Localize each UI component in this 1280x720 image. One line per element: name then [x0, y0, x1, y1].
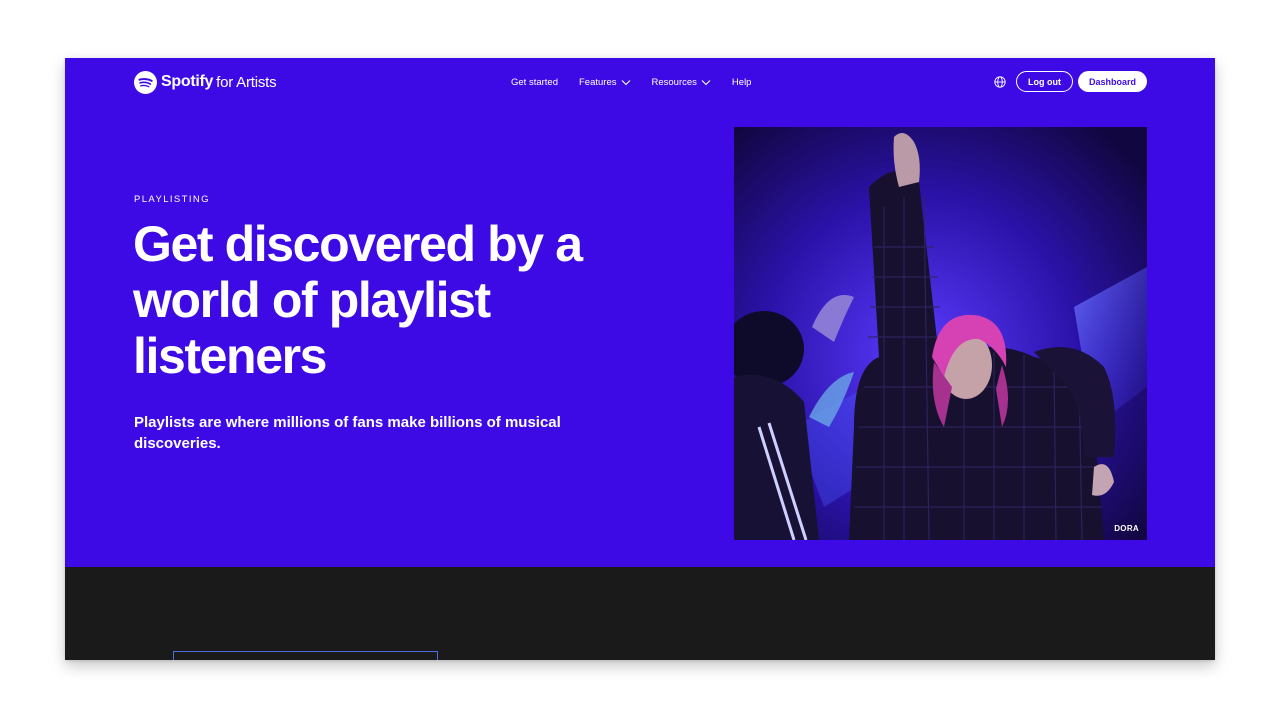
- logout-button[interactable]: Log out: [1015, 71, 1073, 92]
- nav-item-label: Help: [731, 76, 752, 88]
- spotify-for-artists-logo[interactable]: Spotify for Artists: [134, 70, 277, 94]
- nav-item-resources[interactable]: Resources: [652, 77, 711, 88]
- image-caption: DORA: [1114, 524, 1139, 533]
- nav-item-get-started[interactable]: Get started: [511, 77, 558, 88]
- nav-item-label: Resources: [651, 76, 697, 88]
- hero-image: DORA: [734, 127, 1147, 540]
- main-nav: Get started Features Resources Help: [511, 72, 751, 92]
- dark-section: [65, 567, 1215, 660]
- globe-icon[interactable]: [994, 75, 1006, 88]
- brand-name: Spotify: [161, 73, 214, 90]
- nav-item-label: Get started: [511, 76, 558, 88]
- dancers-illustration: [734, 127, 1147, 540]
- dashboard-button[interactable]: Dashboard: [1077, 71, 1147, 92]
- header-actions: Log out Dashboard: [994, 71, 1147, 92]
- nav-item-help[interactable]: Help: [732, 77, 752, 88]
- hero-headline: Get discovered by a world of playlist li…: [133, 216, 583, 384]
- chevron-down-icon: [621, 79, 630, 85]
- nav-item-label: Features: [579, 76, 617, 88]
- chevron-down-icon: [701, 79, 711, 85]
- hero-section: Spotify for Artists Get started Features…: [65, 58, 1215, 567]
- nav-item-features[interactable]: Features: [579, 77, 631, 88]
- browser-page: Spotify for Artists Get started Features…: [65, 58, 1215, 660]
- brand-subtitle: for Artists: [216, 73, 277, 91]
- spotify-logo-icon: [134, 70, 157, 94]
- hero-subtext: Playlists are where millions of fans mak…: [134, 414, 561, 452]
- section-eyebrow: PLAYLISTING: [134, 194, 210, 205]
- content-card: [173, 651, 438, 660]
